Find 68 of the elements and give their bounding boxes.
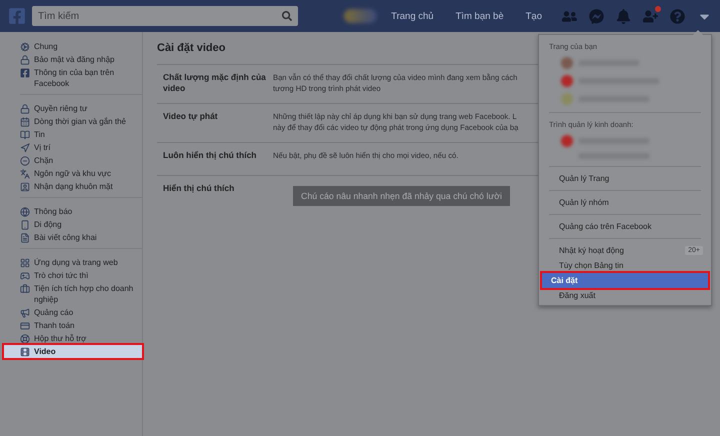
credit-card-icon xyxy=(20,321,30,331)
sidebar-item[interactable]: Trò chơi tức thì xyxy=(20,269,142,282)
sidebar-item[interactable]: Quảng cáo xyxy=(20,306,142,319)
setting-label: Hiển thị chú thích xyxy=(162,183,236,195)
book-icon xyxy=(20,130,30,140)
caption-preview: Chú cáo nâu nhanh nhẹn đã nhảy qua chú chó lười xyxy=(293,186,510,206)
sidebar-item[interactable]: Vị trí xyxy=(20,141,142,154)
search-icon[interactable] xyxy=(282,11,292,21)
menu-item[interactable]: Đăng xuất xyxy=(539,288,711,303)
sidebar-item[interactable]: Thanh toán xyxy=(20,319,142,332)
sidebar-item[interactable]: Quyền riêng tư xyxy=(20,102,142,115)
search-field[interactable]: Tìm kiếm xyxy=(32,6,298,26)
sidebar-item[interactable]: Tin xyxy=(20,128,142,141)
avatar-placeholder xyxy=(561,57,573,69)
document-icon xyxy=(20,233,30,243)
gamepad-icon xyxy=(20,271,30,281)
nav-link[interactable]: Trang chủ xyxy=(383,10,442,22)
menu-item-label: Nhật ký hoạt động xyxy=(559,246,624,255)
sidebar-item[interactable]: Ngôn ngữ và khu vực xyxy=(20,167,142,180)
setting-label: Video tự phát xyxy=(162,111,219,123)
sidebar-item[interactable]: Chung xyxy=(20,40,142,53)
sidebar-item[interactable]: Bảo mật và đăng nhập xyxy=(20,53,142,66)
facebook-icon xyxy=(20,68,30,78)
profile-placeholder[interactable] xyxy=(344,9,378,23)
sidebar-item[interactable]: Hộp thư hỗ trợ xyxy=(20,332,142,345)
film-icon xyxy=(20,347,30,357)
sidebar-item[interactable]: Bài viết công khai xyxy=(20,231,142,244)
avatar-placeholder xyxy=(561,75,573,87)
sidebar-item[interactable]: Thông báo xyxy=(20,205,142,218)
nav-link[interactable]: Tạo xyxy=(518,10,550,22)
lock-icon xyxy=(20,55,30,65)
calendar-icon xyxy=(20,117,30,127)
facebook-logo-icon[interactable] xyxy=(8,7,26,25)
sidebar-item[interactable]: Dòng thời gian và gắn thẻ xyxy=(20,115,142,128)
menu-item[interactable]: Quảng cáo trên Facebook xyxy=(539,219,711,234)
setting-label: Luôn hiển thị chú thích xyxy=(162,150,258,162)
bell-icon[interactable] xyxy=(616,8,631,24)
sidebar-item[interactable]: Nhận dạng khuôn mặt xyxy=(20,180,142,193)
setting-label: Chất lượng mặc định của video xyxy=(162,72,267,94)
menu-item[interactable]: Quản lý Trang xyxy=(539,171,711,186)
apps-icon xyxy=(20,258,30,268)
lock-icon xyxy=(20,104,30,114)
help-icon[interactable] xyxy=(670,8,685,24)
sidebar-item[interactable]: Chặn xyxy=(20,154,142,167)
sidebar-item[interactable]: Tiện ích tích hợp cho doanh nghiệp xyxy=(20,282,142,306)
lifebuoy-icon xyxy=(20,334,30,344)
face-icon xyxy=(20,182,30,192)
messenger-icon[interactable] xyxy=(589,8,604,24)
menu-item[interactable]: Tùy chọn Bảng tin xyxy=(539,258,711,273)
friend-request-icon[interactable] xyxy=(643,8,658,24)
sidebar-item[interactable]: Ứng dụng và trang web xyxy=(20,256,142,269)
nav-link[interactable]: Tìm bạn bè xyxy=(448,10,512,22)
location-icon xyxy=(20,143,30,153)
language-icon xyxy=(20,169,30,179)
avatar-placeholder xyxy=(561,93,573,105)
globe-icon xyxy=(20,207,30,217)
gears-icon xyxy=(20,42,30,52)
megaphone-icon xyxy=(20,308,30,318)
briefcase-icon xyxy=(20,284,30,294)
sidebar-item[interactable]: Video xyxy=(4,345,142,358)
sidebar-item[interactable]: Di động xyxy=(20,218,142,231)
menu-item[interactable]: Quản lý nhóm xyxy=(539,195,711,210)
friends-icon[interactable] xyxy=(562,8,577,24)
phone-icon xyxy=(20,220,30,230)
block-icon xyxy=(20,156,30,166)
sidebar-item[interactable]: Thông tin của bạn trên Facebook xyxy=(20,66,142,90)
avatar-placeholder xyxy=(561,135,573,147)
menu-item[interactable]: Cài đặt xyxy=(542,273,708,288)
